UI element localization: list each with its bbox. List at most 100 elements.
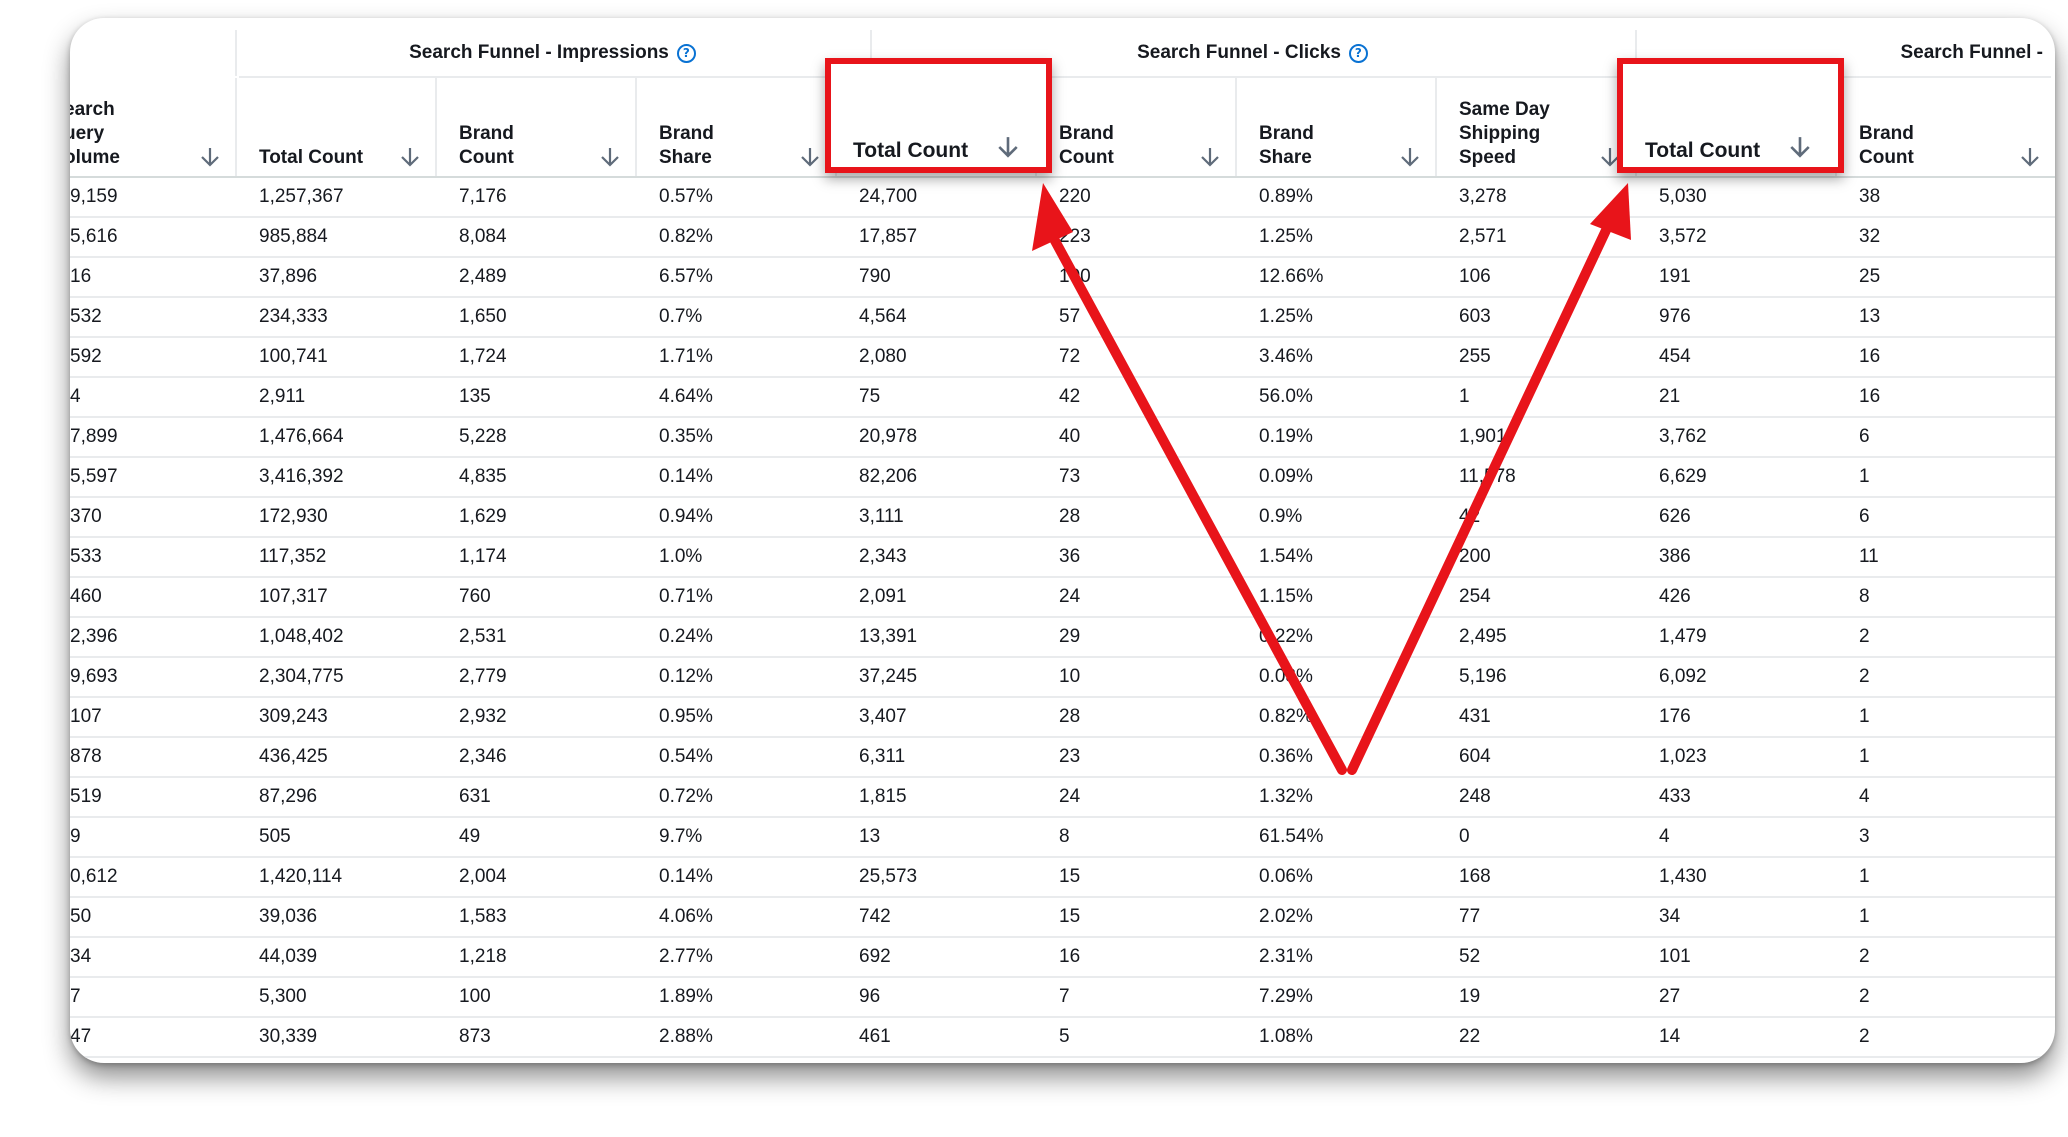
table-cell: 0.03% [1259,666,1313,687]
table-cell: 9 [70,826,81,847]
arrow-down-icon[interactable] [199,146,221,168]
table-row: 533 117,352 1,174 1.0% 2,343 36 1.54% 200 386 11 [70,538,2055,578]
column-header-0[interactable]: earch uery olume [70,78,235,178]
column-header-7[interactable]: Same Day Shipping Speed [1435,78,1635,178]
table-row: 878 436,425 2,346 0.54% 6,311 23 0.36% 604 1,023… [70,738,2055,778]
table-cell: 223 [1059,226,1091,247]
table-cell: 71,199 [259,1058,429,1063]
table-row: 5,616 985,884 8,084 0.82% 17,857 223 1.25% 2,57… [70,218,2055,258]
table-cell: 7,176 [459,186,507,207]
table-cell: 6,629 [1659,466,1707,487]
highlight-box-cart-total-count: Total Count [1617,58,1844,173]
table-cell: 454 [1659,346,1691,367]
table-cell: 505 [259,826,291,847]
arrow-down-icon[interactable] [799,146,821,168]
table-cell: 760 [459,586,491,607]
table-cell: 1,218 [459,946,507,967]
table-row: 103 71,199 694 0.97% 1,603 8 0.5% 213 165 2 [70,1058,2055,1063]
table-cell: 0.82% [659,226,713,247]
table-cell: 2 [1859,1026,1870,1047]
column-header-3[interactable]: Brand Share [635,78,835,178]
table-cell: 8,084 [459,226,507,247]
arrow-down-icon[interactable] [399,146,421,168]
table-cell: 692 [859,946,891,967]
table-row: 592 100,741 1,724 1.71% 2,080 72 3.46% 255 454 16 [70,338,2055,378]
table-cell: 2 [1859,666,1870,687]
table-cell: 3 [1859,826,1870,847]
column-header-2[interactable]: Brand Count [435,78,635,178]
table-cell: 37,245 [859,666,918,687]
table-cell: 4 [1659,826,1670,847]
table-cell: 8 [1059,1058,1229,1063]
table-cell: 77 [1459,906,1481,927]
table-cell: 100 [1059,266,1091,287]
table-cell: 234,333 [259,306,328,327]
table-row: 7,899 1,476,664 5,228 0.35% 20,978 40 0.19% 1,9… [70,418,2055,458]
table-cell: 0.71% [659,586,713,607]
table-cell: 2.77% [659,946,713,967]
column-header-5[interactable]: Brand Count [1035,78,1235,178]
table-cell: 4.64% [659,386,713,407]
table-cell: 16 [1059,946,1081,967]
group-divider [235,30,237,76]
arrow-down-icon[interactable] [2019,146,2041,168]
table-cell: 1 [1859,906,1870,927]
table-cell: 3,762 [1659,426,1707,447]
table-cell: 9,159 [70,186,118,207]
table-cell: 2,343 [859,546,907,567]
highlight-box-clicks-total-count: Total Count [825,58,1052,173]
table-cell: 96 [859,986,881,1007]
highlight-label: Total Count [853,139,969,162]
table-cell: 56.0% [1259,386,1313,407]
arrow-down-icon[interactable] [1199,146,1221,168]
table-cell: 3,407 [859,706,907,727]
table-cell: 24,700 [859,186,918,207]
table-cell: 1,476,664 [259,426,344,447]
table-cell: 4,564 [859,306,907,327]
column-header-label: Brand Count [1859,123,1914,168]
table-cell: 3.46% [1259,346,1313,367]
table-cell: 3,416,392 [259,466,344,487]
table-cell: 82,206 [859,466,918,487]
table-cell: 0,612 [70,866,118,887]
table-cell: 878 [70,746,102,767]
table-cell: 426 [1659,586,1691,607]
column-header-9[interactable]: Brand Count [1835,78,2055,178]
table-cell: 533 [70,546,102,567]
table-cell: 135 [459,386,491,407]
table-cell: 9.7% [659,826,703,847]
table-cell: 6 [1859,506,1870,527]
table-cell: 15 [1059,866,1081,887]
table-cell: 37,896 [259,266,318,287]
arrow-down-icon[interactable] [1399,146,1421,168]
column-header-1[interactable]: Total Count [235,78,435,178]
arrow-down-icon[interactable] [599,146,621,168]
table-cell: 3,572 [1659,226,1707,247]
table-cell: 0.89% [1259,186,1313,207]
column-header-label: Same Day Shipping Speed [1459,99,1550,168]
table-cell: 5,597 [70,466,118,487]
table-cell: 0.14% [659,866,713,887]
help-circle-icon[interactable]: ? [676,43,696,63]
table-cell: 4 [70,386,81,407]
table-cell: 1.32% [1259,786,1313,807]
table-row: 47 30,339 873 2.88% 461 5 1.08% 22 14 2 [70,1018,2055,1058]
table-row: 370 172,930 1,629 0.94% 3,111 28 0.9% 42 626 6 [70,498,2055,538]
table-cell: 40 [1059,426,1081,447]
table-cell: 103 [70,1058,120,1063]
table-cell: 2,911 [259,386,306,407]
table-cell: 2,091 [859,586,907,607]
table-cell: 2,346 [459,746,507,767]
column-header-6[interactable]: Brand Share [1235,78,1435,178]
table-cell: 0.82% [1259,706,1313,727]
table-cell: 1,420,114 [259,866,343,887]
table-cell: 6,311 [859,746,906,767]
table-cell: 0.35% [659,426,713,447]
table-cell: 2 [1859,946,1870,967]
table-cell: 604 [1459,746,1491,767]
table-row: 460 107,317 760 0.71% 2,091 24 1.15% 254 426 8 [70,578,2055,618]
table-row: 7 5,300 100 1.89% 96 7 7.29% 19 27 2 [70,978,2055,1018]
table-cell: 28 [1059,706,1081,727]
table-cell: 107 [70,706,102,727]
help-circle-icon[interactable]: ? [1348,43,1368,63]
